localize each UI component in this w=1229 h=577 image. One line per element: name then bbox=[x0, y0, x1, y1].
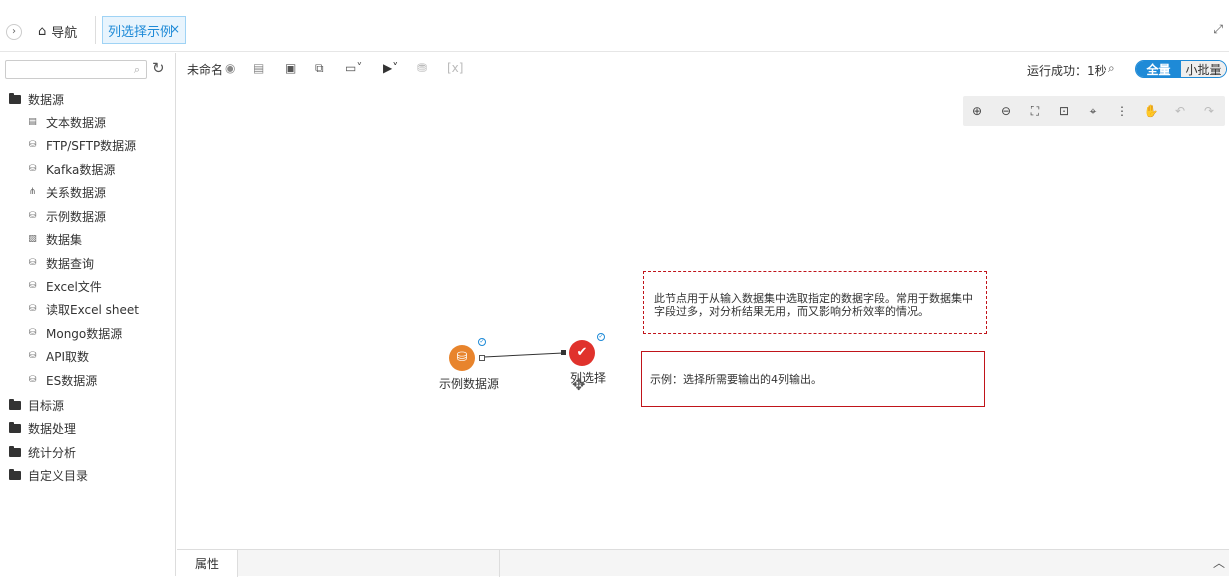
chevron-up-icon[interactable]: ︿ bbox=[1213, 554, 1225, 571]
close-icon[interactable]: × bbox=[170, 22, 180, 36]
tree-label: 关系数据源 bbox=[46, 185, 107, 200]
db-link-icon: ⛁ bbox=[28, 304, 37, 314]
nav-tab-label: 导航 bbox=[51, 25, 78, 41]
home-icon: ⌂ bbox=[38, 23, 47, 39]
datasource-node-icon[interactable]: ⛁ bbox=[449, 345, 475, 371]
nav-tab[interactable]: ⌂ 导航 bbox=[38, 22, 78, 41]
tree-item-read-excel-sheet[interactable]: ⛁ 读取Excel sheet bbox=[26, 299, 139, 319]
tree-item-data-query[interactable]: ⛁ 数据查询 bbox=[26, 253, 94, 273]
tab-properties[interactable]: 属性 bbox=[177, 550, 238, 577]
description-note[interactable]: 此节点用于从输入数据集中选取指定的数据字段。常用于数据集中字段过多，对分析结果无… bbox=[643, 271, 987, 334]
tree-item-dataset[interactable]: ▨ 数据集 bbox=[26, 229, 82, 249]
refresh-icon[interactable]: ↻ bbox=[152, 60, 165, 77]
folder-icon bbox=[9, 398, 21, 410]
flow-canvas[interactable]: ⊕ ⊖ ⛶ ⊡ ⌖ ⋮ ✋ ↶ ↷ ⛁ ✓ 示例数据源 ✔ ✓ 列选择 ✥ 此节… bbox=[177, 85, 1229, 549]
search-input[interactable] bbox=[6, 61, 126, 78]
edge-end-marker bbox=[561, 350, 566, 355]
doc-name[interactable]: 未命名 bbox=[187, 61, 223, 78]
tree-label: Excel文件 bbox=[46, 279, 102, 294]
chevron-right-icon[interactable]: › bbox=[6, 24, 22, 40]
tree-label: 自定义目录 bbox=[28, 468, 89, 483]
radio-dot-icon[interactable]: ◉ bbox=[225, 61, 235, 75]
log-search-icon[interactable]: ⌕ bbox=[1108, 61, 1115, 76]
tree-label: Mongo数据源 bbox=[46, 326, 123, 341]
schedule-icon[interactable]: ▭˅ bbox=[345, 61, 362, 75]
check-icon: ✓ bbox=[597, 333, 605, 341]
search-box: ⌕ bbox=[5, 60, 147, 79]
folder-open-icon bbox=[9, 92, 21, 104]
tree-item-api-fetch[interactable]: ⛁ API取数 bbox=[26, 346, 89, 366]
db-link-icon: ⛁ bbox=[28, 328, 37, 338]
search-icon[interactable]: ⌕ bbox=[134, 63, 140, 77]
tree-folder-target[interactable]: 目标源 bbox=[9, 395, 64, 415]
tab-label: 列选择示例 bbox=[108, 24, 174, 40]
tree-label: 文本数据源 bbox=[46, 115, 107, 130]
mode-batch-button[interactable]: 小批量 bbox=[1181, 61, 1226, 77]
tree-item-ftp-datasource[interactable]: ⛁ FTP/SFTP数据源 bbox=[26, 135, 136, 155]
tree-item-es-datasource[interactable]: ⛁ ES数据源 bbox=[26, 370, 97, 390]
tree-label: 数据处理 bbox=[28, 421, 77, 436]
column-select-node-icon[interactable]: ✔ bbox=[569, 340, 595, 366]
tree-folder-datasource[interactable]: 数据源 bbox=[9, 89, 64, 109]
txt-file-icon: ▤ bbox=[28, 117, 37, 127]
tree-folder-data-processing[interactable]: 数据处理 bbox=[9, 418, 76, 438]
db-link-icon: ⛁ bbox=[28, 281, 37, 291]
tree-label: 数据源 bbox=[28, 92, 65, 107]
bottom-panel: 属性 ︿ bbox=[177, 549, 1229, 577]
save-icon[interactable]: ▣ bbox=[285, 61, 296, 75]
tree-label: 示例数据源 bbox=[46, 209, 107, 224]
mode-full-button[interactable]: 全量 bbox=[1136, 61, 1181, 77]
divider bbox=[499, 550, 500, 577]
tree-item-mongo-datasource[interactable]: ⛁ Mongo数据源 bbox=[26, 323, 123, 343]
tree-label: ES数据源 bbox=[46, 373, 98, 388]
variable-icon[interactable]: [x] bbox=[447, 61, 463, 75]
example-note[interactable]: 示例：选择所需要输出的4列输出。 bbox=[641, 351, 985, 407]
run-mode-toggle[interactable]: 全量 小批量 bbox=[1135, 60, 1227, 78]
tree-item-excel-file[interactable]: ⛁ Excel文件 bbox=[26, 276, 102, 296]
run-icon[interactable]: ▶˅ bbox=[383, 61, 398, 75]
top-bar: › ⌂ 导航 列选择示例 × ⤢ bbox=[0, 0, 1229, 52]
folder-icon bbox=[9, 445, 21, 457]
expand-icon[interactable]: ⤢ bbox=[1213, 22, 1223, 37]
tree-label: 统计分析 bbox=[28, 445, 77, 460]
tree-label: 数据查询 bbox=[46, 256, 95, 271]
db-link-icon: ⛁ bbox=[28, 351, 37, 361]
node-label: 示例数据源 bbox=[439, 377, 500, 391]
tree-label: 数据集 bbox=[46, 232, 83, 247]
run-status: 运行成功：1秒 bbox=[1027, 64, 1107, 78]
save-as-icon[interactable]: ⧉ bbox=[315, 61, 324, 76]
editor-toolbar: 未命名 ◉ ▤ ▣ ⧉ ▭˅ ▶˅ ⛃ [x] 运行成功：1秒 ⌕ 全量 小批量 bbox=[177, 53, 1229, 85]
edge-line[interactable] bbox=[483, 352, 564, 358]
check-icon: ✓ bbox=[478, 338, 486, 346]
db-link-icon: ⛁ bbox=[28, 211, 37, 221]
sidebar: ⌕ ↻ 数据源 ▤ 文本数据源 ⛁ FTP/SFTP数据源 ⛁ Kafka数据源… bbox=[0, 53, 176, 576]
tree-label: 读取Excel sheet bbox=[46, 302, 139, 317]
db-link-icon: ⛁ bbox=[28, 164, 37, 174]
tree-folder-custom[interactable]: 自定义目录 bbox=[9, 465, 88, 485]
tree-label: API取数 bbox=[46, 349, 89, 364]
divider bbox=[95, 16, 96, 44]
relation-icon: ⋔ bbox=[28, 187, 37, 197]
output-port[interactable] bbox=[479, 355, 485, 361]
tree-item-relational-datasource[interactable]: ⋔ 关系数据源 bbox=[26, 182, 106, 202]
folder-icon bbox=[9, 421, 21, 433]
stop-icon[interactable]: ⛃ bbox=[417, 61, 427, 75]
folder-icon bbox=[9, 468, 21, 480]
db-link-icon: ⛁ bbox=[28, 258, 37, 268]
db-link-icon: ⛁ bbox=[28, 140, 37, 150]
properties-icon[interactable]: ▤ bbox=[253, 61, 264, 75]
tree-folder-statistics[interactable]: 统计分析 bbox=[9, 442, 76, 462]
dataset-icon: ▨ bbox=[28, 234, 37, 244]
tree-item-sample-datasource[interactable]: ⛁ 示例数据源 bbox=[26, 206, 106, 226]
tree-label: Kafka数据源 bbox=[46, 162, 116, 177]
tree-label: 目标源 bbox=[28, 398, 65, 413]
tree-item-kafka-datasource[interactable]: ⛁ Kafka数据源 bbox=[26, 159, 116, 179]
tree-item-text-datasource[interactable]: ▤ 文本数据源 bbox=[26, 112, 106, 132]
tree-label: FTP/SFTP数据源 bbox=[46, 138, 137, 153]
db-link-icon: ⛁ bbox=[28, 375, 37, 385]
tab-column-select-example[interactable]: 列选择示例 × bbox=[102, 16, 186, 44]
move-cursor-icon: ✥ bbox=[572, 375, 586, 394]
